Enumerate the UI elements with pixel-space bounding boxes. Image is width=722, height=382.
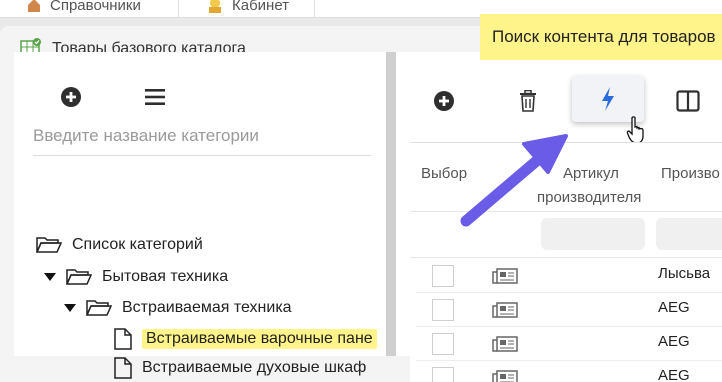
tab-directories[interactable]: Справочники [26, 0, 141, 18]
category-search-placeholder: Введите название категории [33, 125, 259, 145]
tree-item-label: Бытовая техника [102, 268, 229, 285]
lightning-icon [602, 87, 614, 111]
news-doc-icon [492, 268, 518, 284]
tab-separator [314, 0, 315, 18]
row-manufacturer: AEG [658, 367, 690, 382]
table-row[interactable]: AEG [416, 293, 722, 327]
content-search-tooltip: Поиск контента для товаров [480, 14, 722, 60]
row-select-checkbox[interactable] [432, 333, 454, 355]
tooltip-text: Поиск контента для товаров [492, 27, 716, 46]
manufacturer-filter-input[interactable] [656, 218, 722, 250]
panel-splitter[interactable] [386, 52, 396, 356]
tab-directories-label: Справочники [50, 0, 141, 14]
caret-down-icon[interactable] [64, 304, 76, 312]
tree-item-hobs[interactable]: Встраиваемые варочные пане [114, 326, 377, 352]
user-icon [209, 0, 221, 13]
table-row[interactable]: AEG [416, 361, 722, 382]
tree-item-built-in[interactable]: Встраиваемая техника [64, 295, 292, 321]
plus-circle-icon [434, 91, 454, 111]
trash-icon [520, 90, 536, 112]
tab-separator [178, 0, 179, 18]
news-doc-icon [492, 370, 518, 382]
article-filter-input[interactable] [541, 218, 645, 250]
tree-item-root[interactable]: Список категорий [36, 232, 203, 258]
column-header-select[interactable]: Выбор [421, 161, 467, 186]
columns-button[interactable] [674, 88, 702, 114]
tree-item-appliances[interactable]: Бытовая техника [44, 264, 228, 290]
category-search-input[interactable]: Введите название категории [33, 116, 371, 156]
caret-down-icon[interactable] [44, 273, 56, 281]
header-divider [410, 211, 722, 212]
columns-icon [676, 90, 700, 112]
tab-cabinet[interactable]: Кабинет [206, 0, 289, 18]
delete-button[interactable] [515, 88, 541, 114]
row-manufacturer: AEG [658, 333, 690, 350]
folder-open-icon [66, 269, 92, 285]
row-select-checkbox[interactable] [432, 299, 454, 321]
tree-item-label: Встраиваемая техника [122, 299, 292, 316]
row-select-checkbox[interactable] [432, 265, 454, 287]
plus-circle-icon [61, 87, 81, 107]
column-header-article-line1[interactable]: Артикул [563, 161, 619, 186]
tree-item-label: Список категорий [72, 236, 203, 253]
row-select-checkbox[interactable] [432, 367, 454, 382]
table-row[interactable]: AEG [416, 327, 722, 361]
news-doc-icon [492, 302, 518, 318]
folder-open-icon [86, 300, 112, 316]
home-icon [28, 0, 40, 12]
folder-open-icon [36, 237, 62, 253]
news-doc-icon [492, 336, 518, 352]
tree-item-label: Встраиваемые духовые шкаф [142, 359, 367, 376]
tree-item-label: Встраиваемые варочные пане [142, 329, 377, 349]
add-product-button[interactable] [431, 88, 457, 114]
row-manufacturer: AEG [658, 299, 690, 316]
menu-button[interactable] [142, 84, 168, 110]
filter-divider [410, 257, 722, 258]
tab-cabinet-label: Кабинет [232, 0, 290, 14]
add-category-button[interactable] [58, 84, 84, 110]
column-header-manufacturer[interactable]: Произво [661, 161, 720, 186]
document-icon [114, 328, 132, 350]
hamburger-menu-icon [145, 89, 165, 105]
tree-item-ovens[interactable]: Встраиваемые духовые шкаф [114, 355, 366, 381]
category-panel: Введите название категории Список катего… [14, 52, 386, 379]
table-row[interactable]: Лысьва [416, 259, 722, 293]
column-header-article-line2[interactable]: производителя [537, 185, 641, 210]
document-icon [114, 357, 132, 379]
row-manufacturer: Лысьва [658, 265, 711, 282]
